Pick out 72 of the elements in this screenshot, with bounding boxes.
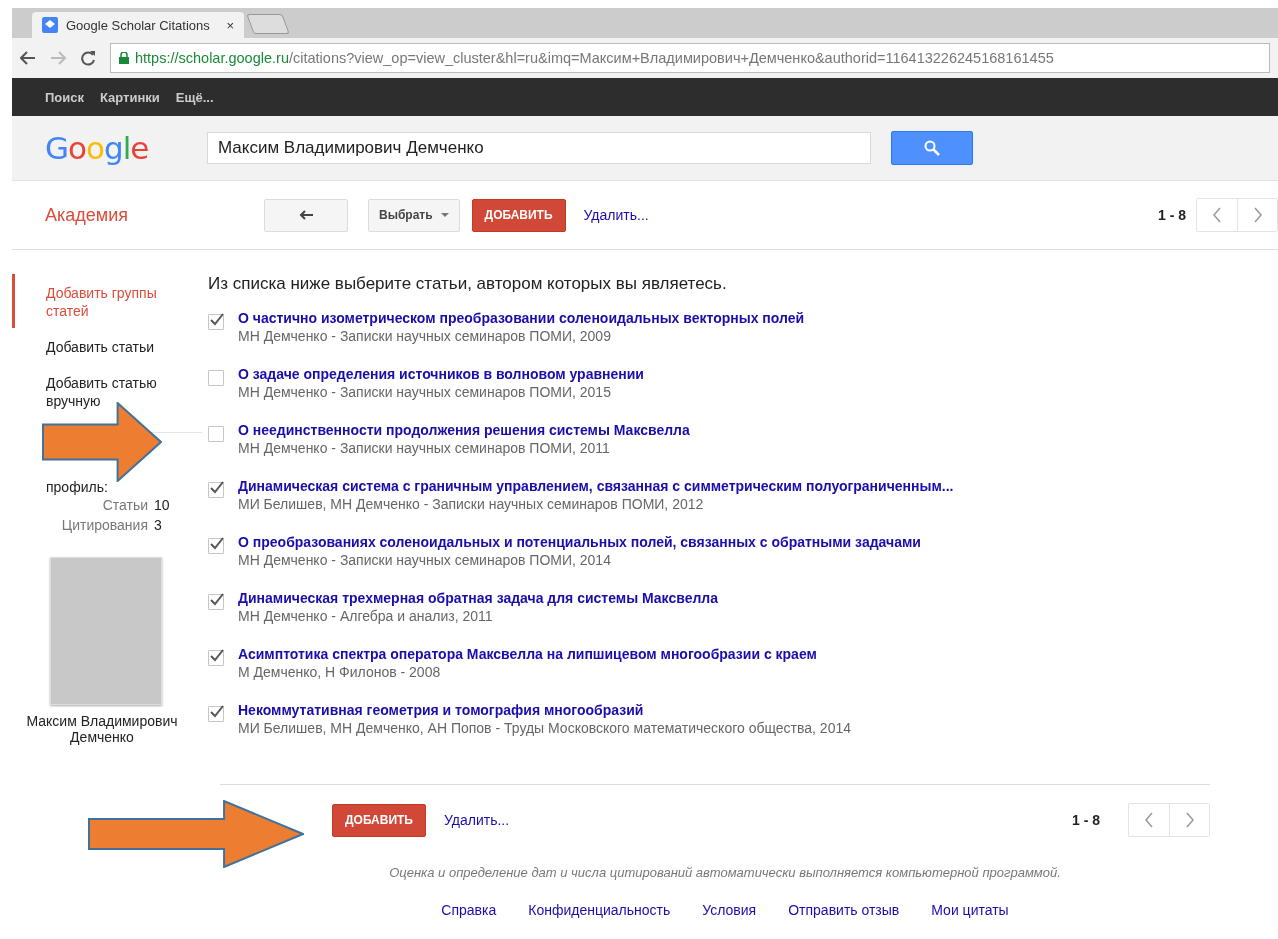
select-dropdown[interactable]: Выбрать <box>368 198 460 232</box>
close-button[interactable]: × <box>226 17 234 33</box>
article-checkbox[interactable] <box>208 314 224 330</box>
chevron-left-icon <box>1144 812 1154 828</box>
article-title-link[interactable]: О неединственности продолжения решения системы Максвелла <box>238 422 690 438</box>
search-icon <box>924 140 940 156</box>
chevron-right-icon <box>1252 207 1263 223</box>
disclaimer-text: Оценка и определение дат и числа цитирований автоматически выполняется компьютерной программой. <box>388 865 1062 880</box>
top-nav-link[interactable]: Ещё... <box>175 89 214 105</box>
article-meta: МН Демченко - Записки научных семинаров ПОМИ, 2014 <box>238 552 612 568</box>
article-meta: МН Демченко - Алгебра и анализ, 2011 <box>238 608 494 624</box>
forward-arrow-icon[interactable] <box>50 51 66 65</box>
delete-link[interactable]: Удалить... <box>583 207 649 223</box>
author-name: Максим Владимирович Демченко <box>25 713 179 745</box>
chevron-left-icon <box>1212 207 1222 223</box>
lock-icon <box>119 52 129 64</box>
back-arrow-icon[interactable] <box>20 51 36 65</box>
article-meta: М Демченко, Н Филонов - 2008 <box>238 664 442 680</box>
instruction-text: Из списка ниже выберите статьи, автором которых вы являетесь. <box>208 274 728 294</box>
article-title-link[interactable]: Асимптотика спектра оператора Максвелла на липшицевом многообразии с краем <box>238 646 817 662</box>
scholar-favicon-icon <box>42 17 58 33</box>
address-bar[interactable]: https://scholar.google.ru/citations?view_op=view_cluster&hl=ru&imq=Максим+Владимирович+Демченко&authorid=116413226245168161455 <box>110 43 1270 73</box>
add-button[interactable]: ДОБАВИТЬ <box>332 803 426 837</box>
add-button[interactable]: ДОБАВИТЬ <box>471 198 566 232</box>
caret-icon <box>440 213 449 217</box>
reload-icon[interactable] <box>80 50 96 66</box>
article-checkbox[interactable] <box>208 370 224 386</box>
profile-label: профиль: <box>45 479 109 495</box>
top-nav-link[interactable]: Поиск <box>45 89 84 105</box>
sidebar-item[interactable]: Добавить статью вручную <box>12 364 208 418</box>
top-nav-link[interactable]: Картинки <box>100 89 160 105</box>
url-host: https://scholar.google.ru <box>135 50 289 66</box>
article-checkbox[interactable] <box>208 538 224 554</box>
article-checkbox[interactable] <box>208 650 224 666</box>
new-tab-button[interactable] <box>246 14 290 34</box>
footer-link[interactable]: Условия <box>702 902 757 918</box>
stat-value: 3 <box>154 516 163 535</box>
search-button[interactable] <box>891 131 973 165</box>
article-meta: МН Демченко - Записки научных семинаров ПОМИ, 2011 <box>238 440 611 456</box>
page-range: 1 - 8 <box>1158 207 1186 223</box>
stat-label: Статьи <box>101 496 148 515</box>
article-meta: МН Демченко - Записки научных семинаров ПОМИ, 2009 <box>238 328 612 344</box>
article-title-link[interactable]: Динамическая трехмерная обратная задача для системы Максвелла <box>238 590 718 606</box>
article-meta: МИ Белишев, МН Демченко - Записки научных семинаров ПОМИ, 2012 <box>238 496 705 512</box>
article-title-link[interactable]: О преобразованиях соленоидальных и потенциальных полей, связанных с обратными задачами <box>238 534 921 550</box>
sidebar-item[interactable]: Добавить статьи <box>12 328 208 364</box>
article-checkbox[interactable] <box>208 426 224 442</box>
search-field[interactable]: Максим Владимирович Демченко <box>207 132 871 164</box>
footer-link[interactable]: Мои цитаты <box>931 902 1009 918</box>
google-logo: Google <box>44 130 150 166</box>
article-meta: МН Демченко - Записки научных семинаров ПОМИ, 2015 <box>238 384 612 400</box>
article-title-link[interactable]: О частично изометрическом преобразовании соленоидальных векторных полей <box>238 310 805 326</box>
article-title-link[interactable]: Динамическая система с граничным управлением, связанная с симметрическим полуограниченным... <box>238 478 954 494</box>
article-title-link[interactable]: Некоммутативная геометрия и томография многообразий <box>238 702 851 718</box>
article-title-link[interactable]: О задаче определения источников в волновом уравнении <box>238 366 644 382</box>
article-meta: МИ Белишев, МН Демченко, АН Попов - Труды Московского математического общества, 2014 <box>238 720 851 736</box>
footer-link[interactable]: Справка <box>441 902 497 918</box>
back-arrow-icon <box>299 210 313 220</box>
chevron-right-icon <box>1184 812 1195 828</box>
article-checkbox[interactable] <box>208 594 224 610</box>
article-checkbox[interactable] <box>208 706 224 722</box>
browser-tab[interactable]: Google Scholar Citations × <box>32 12 244 38</box>
url-path: /citations?view_op=view_cluster&hl=ru&imq=Максим+Владимирович+Демченко&authorid=116413226245168161455 <box>288 50 1054 66</box>
footer-link[interactable]: Конфиденциальность <box>528 902 671 918</box>
stat-label: Цитирования <box>60 516 148 535</box>
delete-link[interactable]: Удалить... <box>443 812 510 828</box>
article-checkbox[interactable] <box>208 482 224 498</box>
stat-value: 10 <box>154 496 171 515</box>
page-range: 1 - 8 <box>1072 812 1100 828</box>
footer-link[interactable]: Отправить отзыв <box>788 902 900 918</box>
brand-title: Академия <box>44 204 129 226</box>
tab-title: Google Scholar Citations <box>66 17 211 33</box>
